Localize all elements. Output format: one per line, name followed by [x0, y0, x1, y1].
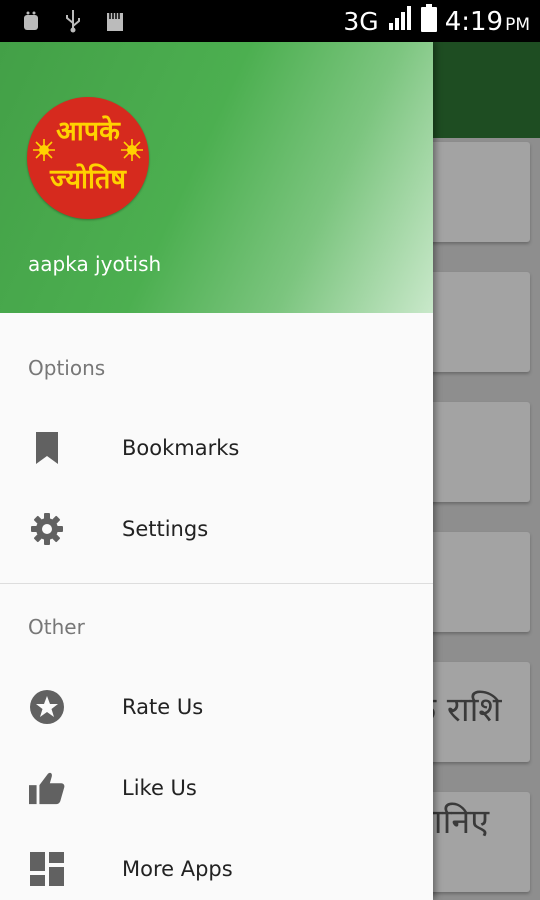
drawer-header: आपके ज्योतिष aapka jyotish [0, 42, 433, 313]
status-bar: 3G 4:19 PM [0, 0, 540, 42]
nav-item-label: Settings [122, 517, 209, 541]
logo-text-line1: आपके [56, 116, 120, 147]
divider [0, 583, 433, 584]
nav-item-label: Bookmarks [122, 436, 240, 460]
gear-icon [29, 511, 65, 547]
section-label-other: Other [28, 615, 85, 639]
nav-item-bookmarks[interactable]: Bookmarks [0, 408, 433, 488]
nav-item-like-us[interactable]: Like Us [0, 748, 433, 828]
battery-icon [420, 4, 437, 39]
sd-card-icon [104, 9, 126, 33]
clock-ampm: PM [505, 14, 530, 35]
signal-icon [387, 5, 413, 38]
logo-text-line2: ज्योतिष [49, 164, 127, 195]
star-circle-icon [29, 689, 65, 725]
nav-item-label: More Apps [122, 857, 233, 881]
app-logo: आपके ज्योतिष [27, 97, 149, 219]
app-name: aapka jyotish [28, 252, 162, 276]
bookmark-icon [29, 430, 65, 466]
usb-icon [62, 9, 84, 33]
android-debug-icon [20, 9, 42, 33]
dashboard-grid-icon [29, 851, 65, 887]
nav-item-more-apps[interactable]: More Apps [0, 829, 433, 900]
section-label-options: Options [28, 356, 106, 380]
nav-item-label: Rate Us [122, 695, 204, 719]
nav-item-label: Like Us [122, 776, 197, 800]
thumbs-up-icon [29, 770, 65, 806]
navigation-drawer: आपके ज्योतिष aapka jyotish Options Bookm… [0, 42, 433, 900]
network-type: 3G [343, 7, 379, 36]
nav-item-rate-us[interactable]: Rate Us [0, 667, 433, 747]
nav-item-settings[interactable]: Settings [0, 489, 433, 569]
clock-time: 4:19 [444, 6, 504, 37]
